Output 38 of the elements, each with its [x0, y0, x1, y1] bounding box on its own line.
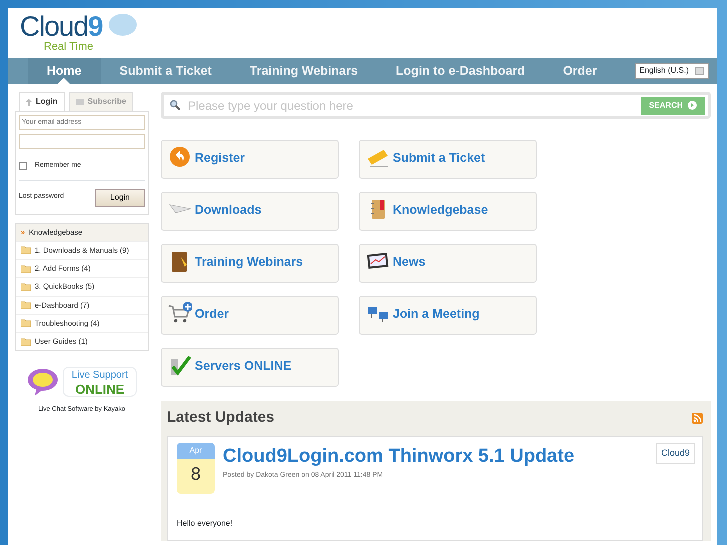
shopping-cart-icon — [168, 301, 192, 325]
play-circle-icon — [688, 101, 697, 110]
post-body: Hello everyone! — [177, 518, 234, 530]
nav-link[interactable]: Order — [544, 58, 616, 84]
nav-link[interactable]: Training Webinars — [230, 58, 378, 84]
shortcut-tile[interactable]: Register — [161, 140, 339, 179]
shortcut-tile[interactable]: Join a Meeting — [359, 296, 537, 335]
shortcut-tile[interactable]: Downloads — [161, 192, 339, 231]
nav-link[interactable]: Login to e-Dashboard — [377, 58, 544, 84]
panel-tab[interactable]: Subscribe — [68, 92, 134, 111]
shortcut-tile[interactable]: Servers ONLINE — [161, 348, 339, 387]
search-button[interactable]: SEARCH — [641, 96, 705, 114]
nav-link[interactable]: Home — [28, 58, 101, 84]
login-button[interactable]: Login — [95, 188, 145, 206]
panel-tab[interactable]: Login — [19, 92, 65, 111]
upload-arrow-icon — [26, 98, 32, 106]
shortcut-tile[interactable]: Training Webinars — [161, 244, 339, 283]
shortcut-tile[interactable]: Knowledgebase — [359, 192, 537, 231]
search-field[interactable]: Please type your question here SEARCH — [161, 92, 711, 119]
shortcut-tile[interactable]: Submit a Ticket — [359, 140, 537, 179]
nav-link[interactable]: Submit a Ticket — [100, 58, 231, 84]
badge-text: Live Support — [72, 369, 128, 384]
logo[interactable]: Cloud9 Real Time — [20, 12, 138, 54]
shortcut-tile[interactable]: News — [359, 244, 537, 283]
post-title[interactable]: Cloud9Login.com Thinworx 5.1 Update — [223, 442, 648, 471]
badge-text: ONLINE — [74, 383, 126, 396]
search-icon — [170, 100, 181, 111]
checkmark-icon — [168, 353, 192, 377]
live-support-badge[interactable]: Live Support ONLINE — [62, 367, 138, 398]
password-field[interactable] — [19, 134, 145, 149]
section-title: Latest Updates — [167, 408, 275, 428]
chat-bubble-icon — [26, 368, 59, 396]
calendar-date: Apr 8 — [177, 442, 215, 494]
checkbox[interactable] — [19, 162, 27, 170]
post-thumbnail: Cloud9 — [656, 442, 695, 464]
shortcut-tile[interactable]: Order — [161, 296, 339, 335]
rss-icon[interactable] — [692, 412, 703, 424]
language-select[interactable]: English (U.S.) — [634, 63, 709, 79]
